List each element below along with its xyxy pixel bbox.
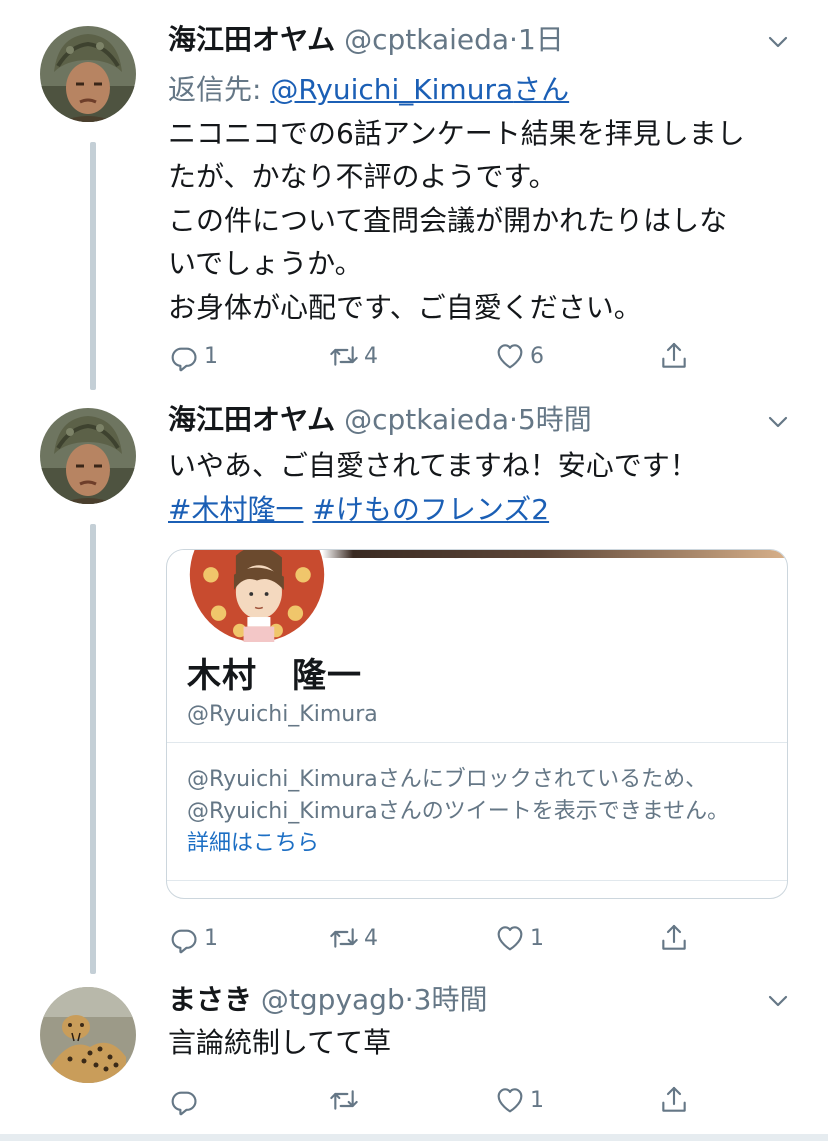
like-icon (494, 340, 526, 372)
retweet-count: 4 (364, 343, 378, 369)
retweet-button[interactable]: 4 (328, 922, 378, 954)
like-button[interactable]: 1 (494, 1084, 544, 1116)
reply-icon (168, 1084, 200, 1116)
divider (167, 880, 787, 881)
author-name[interactable]: まさき (168, 983, 252, 1016)
reply-to-link[interactable]: @Ryuichi_Kimuraさん (270, 73, 569, 106)
reply-icon (168, 340, 200, 372)
like-icon (494, 922, 526, 954)
separator: · (404, 983, 414, 1016)
author-name[interactable]: 海江田オヤム (168, 23, 335, 56)
tweet-text-line: 言論統制してて草 (168, 1026, 392, 1059)
share-button[interactable] (658, 922, 690, 954)
avatar[interactable] (40, 987, 136, 1083)
tweet-text-line: いやあ、ご自愛されてますね！安心です！ (168, 449, 698, 482)
separator: · (509, 403, 518, 436)
share-icon (658, 922, 690, 954)
retweet-button[interactable] (328, 1084, 364, 1116)
thread-line (90, 142, 96, 390)
like-icon (494, 1084, 526, 1116)
tweet-3[interactable]: まさき @tgpyagb·3時間 言論統制してて草 1 (0, 975, 828, 1134)
thread-line (90, 524, 96, 974)
tweet-text-line: たが、かなり不評のようです。 (168, 160, 557, 193)
tweet-time[interactable]: 5時間 (518, 403, 592, 436)
tweet-header: 海江田オヤム @cptkaieda·1日 (168, 21, 564, 59)
quoted-tweet-card[interactable]: 木村 隆一 @Ryuichi_Kimura @Ryuichi_Kimuraさんに… (166, 549, 788, 899)
tweet-actions: 1 4 6 (168, 340, 728, 380)
tweet-time[interactable]: 3時間 (414, 983, 488, 1016)
divider (167, 742, 787, 743)
hashtag-line: #木村隆一 #けものフレンズ2 (168, 488, 698, 532)
share-button[interactable] (658, 340, 690, 372)
card-user-name: 木村 隆一 (187, 656, 362, 696)
author-handle[interactable]: @tgpyagb (261, 983, 405, 1016)
tweet-1[interactable]: 海江田オヤム @cptkaieda·1日 返信先: @Ryuichi_Kimur… (0, 0, 828, 390)
reply-to-label: 返信先: (168, 73, 271, 106)
tweet-actions: 1 (168, 1084, 728, 1124)
author-handle[interactable]: @cptkaieda (344, 23, 509, 56)
retweet-count: 4 (364, 925, 378, 951)
author-handle[interactable]: @cptkaieda (344, 403, 509, 436)
hashtag-link[interactable]: #木村隆一 (168, 493, 303, 526)
avatar[interactable] (40, 26, 136, 122)
reply-icon (168, 922, 200, 954)
author-name[interactable]: 海江田オヤム (168, 403, 335, 436)
tweet-actions: 1 4 1 (168, 922, 728, 962)
card-avatar (187, 549, 327, 642)
retweet-icon (328, 1084, 360, 1116)
tweet-text-line: お身体が心配です、ご自愛ください。 (168, 290, 642, 324)
chevron-down-icon[interactable] (766, 410, 790, 434)
blocked-message: @Ryuichi_Kimuraさんにブロックされているため、 @Ryuichi_… (187, 764, 729, 860)
reply-count: 1 (204, 925, 218, 951)
bottom-divider (0, 1134, 828, 1141)
share-button[interactable] (658, 1084, 690, 1116)
tweet-text-line: この件について査問会議が開かれたりはしな (168, 203, 728, 237)
tweet-text-line: ニコニコでの6話アンケート結果を拝見しまし (168, 116, 745, 150)
blocked-message-line: @Ryuichi_Kimuraさんのツイートを表示できません。 (187, 799, 730, 824)
like-button[interactable]: 1 (494, 922, 544, 954)
avatar[interactable] (40, 408, 136, 504)
like-count: 6 (530, 343, 544, 369)
learn-more-link[interactable]: 詳細はこちら (187, 828, 729, 860)
chevron-down-icon[interactable] (766, 30, 790, 54)
blocked-message-line: @Ryuichi_Kimuraさんにブロックされているため、 (187, 767, 708, 792)
tweet-text-line: いでしょうか。 (168, 247, 363, 280)
like-count: 1 (530, 925, 544, 951)
card-user-handle: @Ryuichi_Kimura (187, 702, 378, 727)
reply-to-line: 返信先: @Ryuichi_Kimuraさん (168, 68, 745, 112)
retweet-icon (328, 340, 360, 372)
reply-button[interactable]: 1 (168, 340, 218, 372)
retweet-button[interactable]: 4 (328, 340, 378, 372)
reply-button[interactable] (168, 1084, 204, 1116)
chevron-down-icon[interactable] (766, 989, 790, 1013)
tweet-header: まさき @tgpyagb·3時間 (168, 981, 487, 1019)
tweet-body: 返信先: @Ryuichi_Kimuraさん ニコニコでの6話アンケート結果を拝… (168, 68, 745, 329)
like-count: 1 (530, 1087, 544, 1113)
retweet-icon (328, 922, 360, 954)
share-icon (658, 340, 690, 372)
tweet-body: いやあ、ご自愛されてますね！安心です！ #木村隆一 #けものフレンズ2 (168, 444, 698, 531)
like-button[interactable]: 6 (494, 340, 544, 372)
separator: · (509, 23, 518, 56)
share-icon (658, 1084, 690, 1116)
tweet-header: 海江田オヤム @cptkaieda·5時間 (168, 401, 592, 439)
hashtag-link[interactable]: #けものフレンズ2 (312, 493, 549, 526)
tweet-time[interactable]: 1日 (518, 23, 564, 56)
reply-count: 1 (204, 343, 218, 369)
tweet-body: 言論統制してて草 (168, 1021, 391, 1065)
reply-button[interactable]: 1 (168, 922, 218, 954)
